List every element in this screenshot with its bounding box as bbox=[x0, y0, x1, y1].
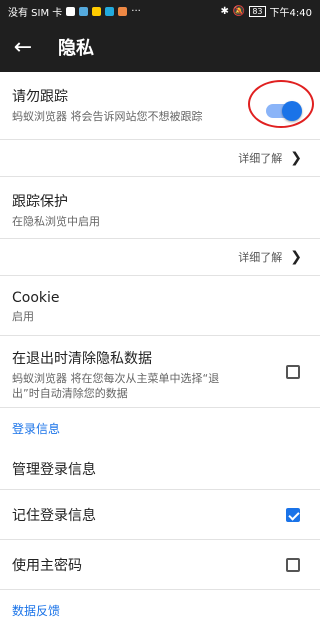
chevron-right-icon: ❯ bbox=[290, 249, 302, 265]
manage-logins-label: 管理登录信息 bbox=[12, 461, 96, 478]
app-bar: ← 隐私 bbox=[0, 22, 320, 72]
learn-more-label: 详细了解 bbox=[238, 152, 283, 165]
tracking-protection-row[interactable]: 跟踪保护 在隐私浏览中启用 bbox=[0, 177, 320, 239]
login-section-header: 登录信息 bbox=[12, 421, 61, 436]
learn-more-label: 详细了解 bbox=[238, 251, 283, 264]
bluetooth-icon: ✱ bbox=[220, 5, 229, 17]
do-not-track-toggle[interactable] bbox=[266, 101, 302, 121]
master-password-label: 使用主密码 bbox=[12, 557, 82, 574]
clear-on-exit-title: 在退出时清除隐私数据 bbox=[12, 351, 152, 367]
toggle-knob bbox=[282, 101, 302, 121]
remember-logins-label: 记住登录信息 bbox=[12, 507, 96, 524]
status-bar: 没有 SIM 卡 ··· ✱ 🔕 83 下午4:40 bbox=[0, 0, 320, 22]
tracking-protection-title: 跟踪保护 bbox=[12, 194, 68, 210]
master-password-checkbox[interactable] bbox=[286, 557, 300, 572]
notification-icon bbox=[66, 6, 76, 16]
more-notifications-icon: ··· bbox=[131, 5, 141, 17]
do-not-track-subtitle: 蚂蚁浏览器 将会告诉网站您不想被跟踪 bbox=[12, 110, 203, 123]
tracking-protection-subtitle: 在隐私浏览中启用 bbox=[12, 215, 100, 228]
back-arrow-icon[interactable]: ← bbox=[0, 22, 46, 72]
cookie-subtitle: 启用 bbox=[12, 310, 34, 323]
do-not-track-row[interactable]: 请勿跟踪 蚂蚁浏览器 将会告诉网站您不想被跟踪 bbox=[0, 72, 320, 140]
mute-icon: 🔕 bbox=[232, 5, 246, 17]
wifi-icon bbox=[79, 6, 89, 16]
cookie-row[interactable]: Cookie 启用 bbox=[0, 276, 320, 336]
carrier-text: 没有 SIM 卡 bbox=[8, 7, 63, 19]
master-password-row[interactable]: 使用主密码 bbox=[0, 540, 320, 590]
remember-logins-checkbox[interactable] bbox=[286, 507, 300, 522]
battery-icon: 83 bbox=[249, 5, 266, 17]
clock: 下午4:40 bbox=[269, 7, 312, 19]
data-feedback-section-header: 数据反馈 bbox=[12, 603, 61, 618]
chevron-right-icon: ❯ bbox=[290, 150, 302, 166]
page-title: 隐私 bbox=[58, 38, 94, 59]
app-icon bbox=[118, 6, 128, 16]
app-icon bbox=[105, 6, 115, 16]
clear-on-exit-subtitle: 蚂蚁浏览器 将在您每次从主菜单中选择“退 出”时自动清除您的数据 bbox=[12, 372, 220, 400]
tracking-learn-more-link[interactable]: 详细了解 ❯ bbox=[0, 239, 320, 276]
app-icon bbox=[92, 6, 102, 16]
remember-logins-row[interactable]: 记住登录信息 bbox=[0, 490, 320, 540]
privacy-settings-list: 请勿跟踪 蚂蚁浏览器 将会告诉网站您不想被跟踪 详细了解 ❯ 跟踪保护 在隐私浏览… bbox=[0, 72, 320, 630]
cookie-title: Cookie bbox=[12, 290, 60, 306]
do-not-track-title: 请勿跟踪 bbox=[12, 89, 68, 105]
manage-logins-row[interactable]: 管理登录信息 bbox=[0, 448, 320, 490]
clear-on-exit-checkbox[interactable] bbox=[286, 364, 300, 379]
dnt-learn-more-link[interactable]: 详细了解 ❯ bbox=[0, 140, 320, 177]
clear-on-exit-row[interactable]: 在退出时清除隐私数据 蚂蚁浏览器 将在您每次从主菜单中选择“退 出”时自动清除您… bbox=[0, 336, 320, 408]
